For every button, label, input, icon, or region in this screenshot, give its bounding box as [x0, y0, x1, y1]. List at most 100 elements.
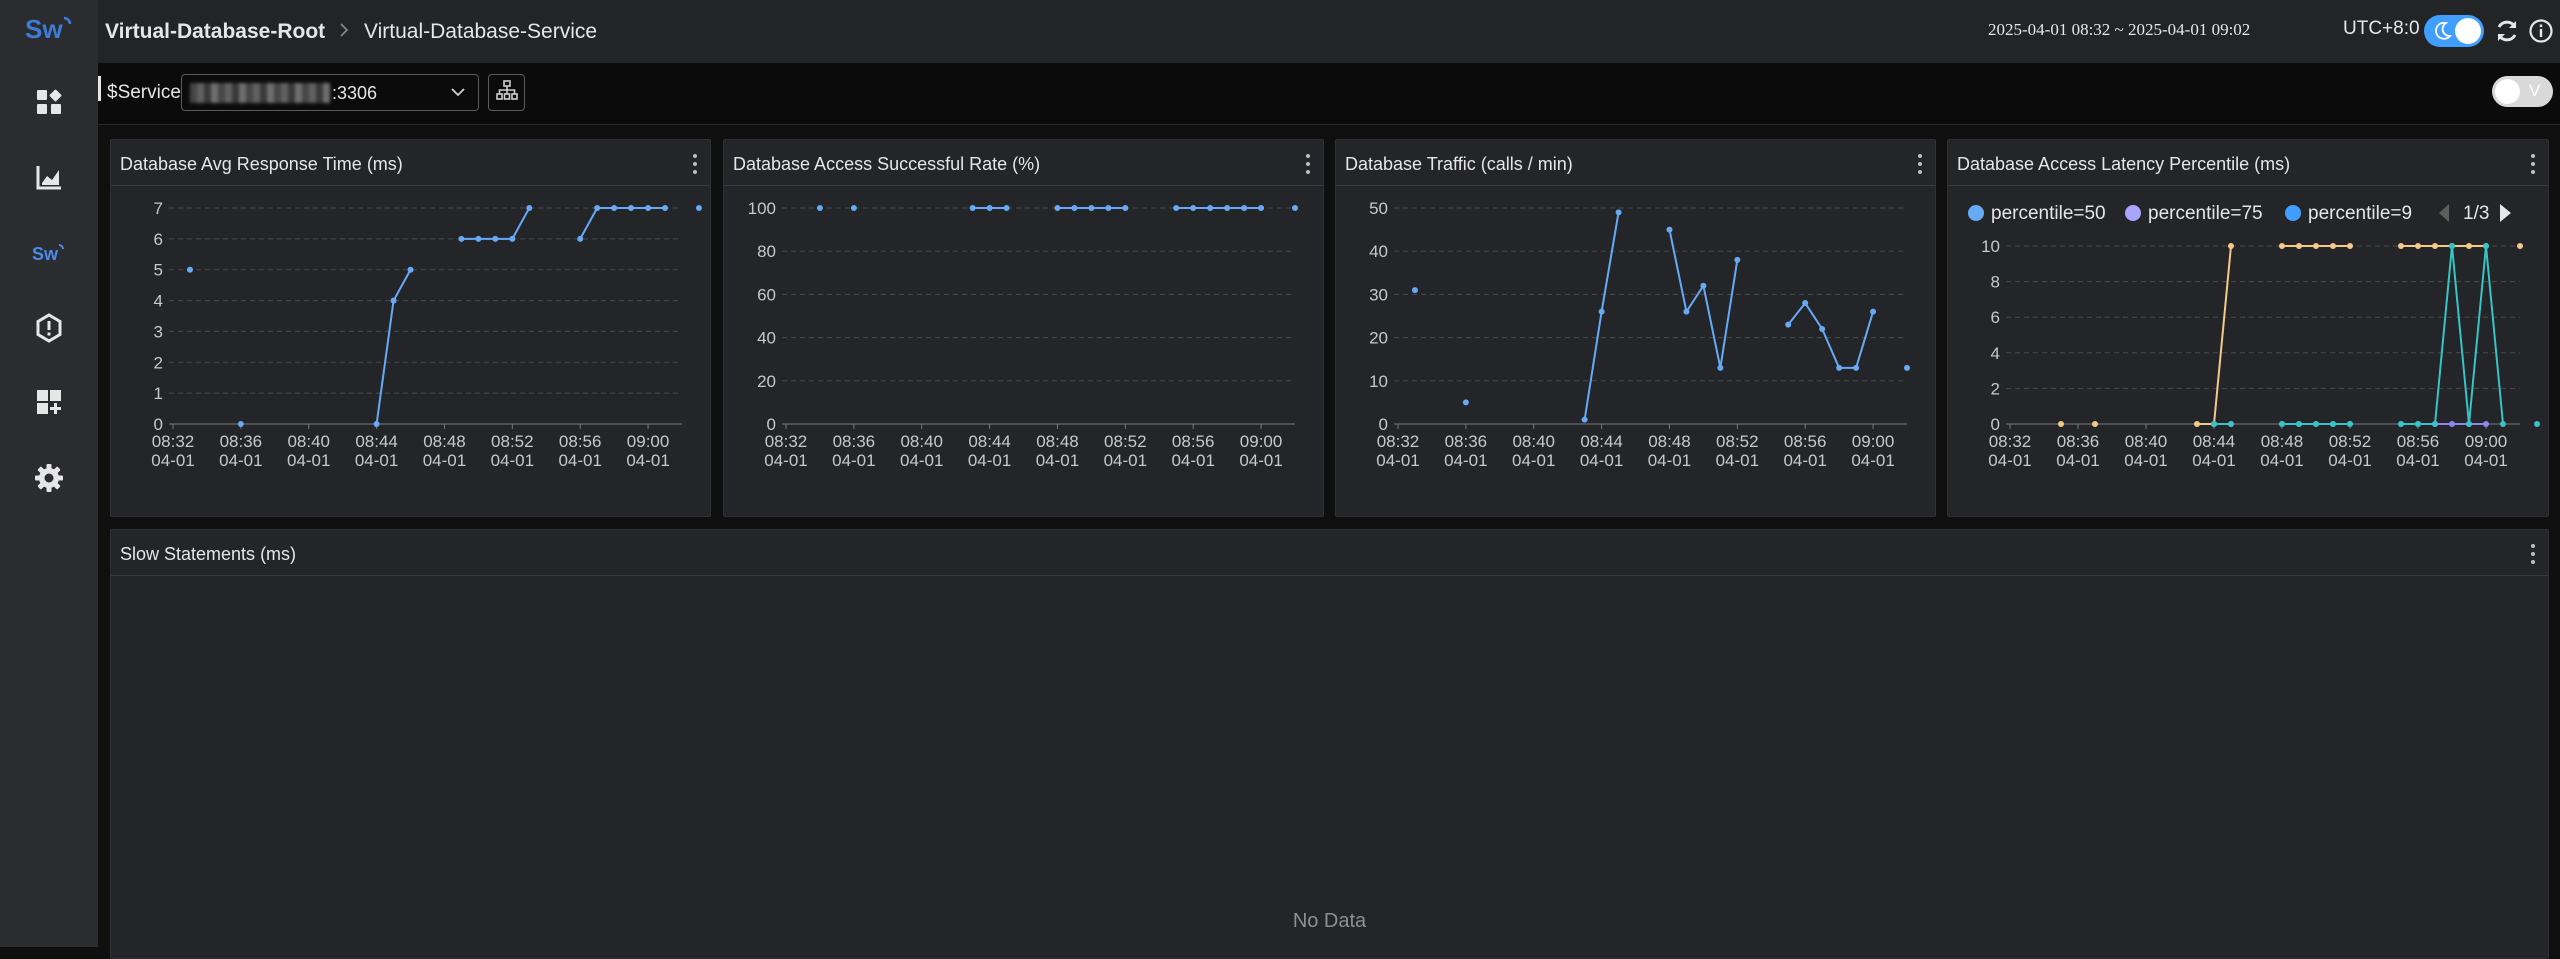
- legend-marker: [2285, 205, 2301, 221]
- data-point: [1785, 321, 1792, 328]
- timezone-label[interactable]: UTC+8:0: [2343, 18, 2420, 40]
- v-toggle[interactable]: V: [2492, 76, 2553, 107]
- data-point: [186, 266, 193, 273]
- data-point: [1258, 205, 1265, 211]
- data-point: [2330, 243, 2336, 249]
- x-tick-label: 08:32: [152, 432, 195, 451]
- svg-text:Sw: Sw: [32, 244, 59, 264]
- data-point: [594, 205, 601, 211]
- x-tick-date-label: 04-01: [1171, 451, 1214, 470]
- data-point: [1853, 364, 1860, 371]
- breadcrumb-root[interactable]: Virtual-Database-Root: [105, 20, 325, 44]
- x-tick-label: 08:36: [1445, 432, 1488, 451]
- alarm-icon[interactable]: [29, 308, 69, 348]
- service-select[interactable]: :3306: [181, 74, 479, 111]
- data-point: [1003, 205, 1010, 211]
- x-tick-date-label: 04-01: [219, 451, 262, 470]
- data-point: [475, 235, 482, 242]
- data-point: [2313, 421, 2319, 427]
- legend-next-icon: [2500, 204, 2511, 222]
- x-tick-date-label: 04-01: [2260, 451, 2303, 470]
- legend-marker: [2125, 205, 2141, 221]
- data-point: [1870, 308, 1877, 315]
- panel-title: Slow Statements (ms): [120, 544, 297, 564]
- x-tick-label: 08:48: [1036, 432, 1079, 451]
- traffic-chart: 0102030405008:3204-0108:3604-0108:4004-0…: [1369, 199, 1910, 470]
- data-point: [1683, 308, 1690, 315]
- x-tick-label: 08:40: [2125, 432, 2168, 451]
- data-point: [2432, 421, 2438, 427]
- top-bar: Virtual-Database-Root Virtual-Database-S…: [98, 0, 2560, 63]
- data-point: [458, 235, 465, 242]
- time-range-picker[interactable]: 2025-04-01 08:32 ~ 2025-04-01 09:02: [1988, 20, 2250, 40]
- x-tick-date-label: 04-01: [151, 451, 194, 470]
- logo[interactable]: Sw: [22, 10, 78, 46]
- data-point: [2483, 421, 2489, 427]
- y-tick-label: 100: [748, 199, 776, 218]
- skywalking-icon[interactable]: Sw: [29, 232, 69, 272]
- y-tick-label: 40: [757, 329, 776, 348]
- data-point: [2534, 421, 2540, 427]
- x-tick-label: 08:52: [1716, 432, 1759, 451]
- info-icon[interactable]: [2528, 18, 2554, 44]
- x-tick-date-label: 04-01: [1648, 451, 1691, 470]
- x-tick-label: 08:32: [1989, 432, 2032, 451]
- settings-icon[interactable]: [29, 458, 69, 498]
- more-icon[interactable]: [2530, 154, 2536, 174]
- x-tick-label: 08:48: [2261, 432, 2304, 451]
- y-tick-label: 1: [154, 384, 163, 403]
- data-point: [2313, 243, 2319, 249]
- more-icon[interactable]: [692, 154, 698, 174]
- legend-label: percentile=9: [2308, 203, 2412, 224]
- x-tick-date-label: 04-01: [2328, 451, 2371, 470]
- data-point: [1411, 287, 1418, 294]
- toggle-knob: [2495, 79, 2520, 104]
- more-icon[interactable]: [1917, 154, 1923, 174]
- data-point: [2483, 243, 2489, 249]
- more-icon[interactable]: [2530, 544, 2536, 564]
- data-point: [2415, 243, 2421, 249]
- data-point: [1105, 205, 1112, 211]
- x-tick-date-label: 04-01: [2464, 451, 2507, 470]
- data-point: [390, 297, 397, 304]
- x-tick-label: 08:44: [355, 432, 398, 451]
- dark-mode-toggle[interactable]: [2424, 15, 2484, 47]
- data-point: [969, 205, 976, 211]
- data-point: [2432, 243, 2438, 249]
- breadcrumb-current: Virtual-Database-Service: [364, 20, 598, 43]
- x-tick-label: 08:32: [1377, 432, 1420, 451]
- data-point: [628, 205, 635, 211]
- redacted-host: [190, 83, 330, 103]
- data-point: [2211, 421, 2217, 427]
- add-dashboard-icon[interactable]: [29, 382, 69, 422]
- data-point: [2228, 243, 2234, 249]
- data-point: [1462, 399, 1469, 406]
- panel-traffic: Database Traffic (calls / min) 0 10 20 30 40…: [1335, 139, 1936, 517]
- data-point: [509, 235, 516, 242]
- more-icon[interactable]: [1305, 154, 1311, 174]
- refresh-icon[interactable]: [2494, 18, 2520, 44]
- data-point: [1904, 364, 1910, 371]
- series-line: [1583, 212, 1620, 420]
- data-point: [1802, 300, 1809, 307]
- service-marker: [98, 76, 101, 101]
- x-tick-label: 09:00: [1852, 432, 1895, 451]
- panel-title: Database Traffic (calls / min): [1345, 154, 1573, 174]
- data-point: [662, 205, 669, 211]
- data-point: [1700, 282, 1707, 289]
- data-point: [373, 421, 380, 427]
- y-tick-label: 30: [1369, 285, 1388, 304]
- x-tick-date-label: 04-01: [1783, 451, 1826, 470]
- data-point: [1088, 205, 1095, 211]
- data-point: [2449, 421, 2455, 427]
- chevron-down-icon: [450, 85, 466, 104]
- x-tick-label: 08:36: [220, 432, 263, 451]
- metrics-chart-icon[interactable]: [29, 157, 69, 197]
- x-tick-date-label: 04-01: [2192, 451, 2235, 470]
- topology-button[interactable]: [488, 74, 525, 111]
- data-point: [577, 235, 584, 242]
- series-line: [461, 207, 531, 240]
- x-tick-date-label: 04-01: [1036, 451, 1079, 470]
- dashboard-icon[interactable]: [29, 82, 69, 122]
- x-tick-date-label: 04-01: [764, 451, 807, 470]
